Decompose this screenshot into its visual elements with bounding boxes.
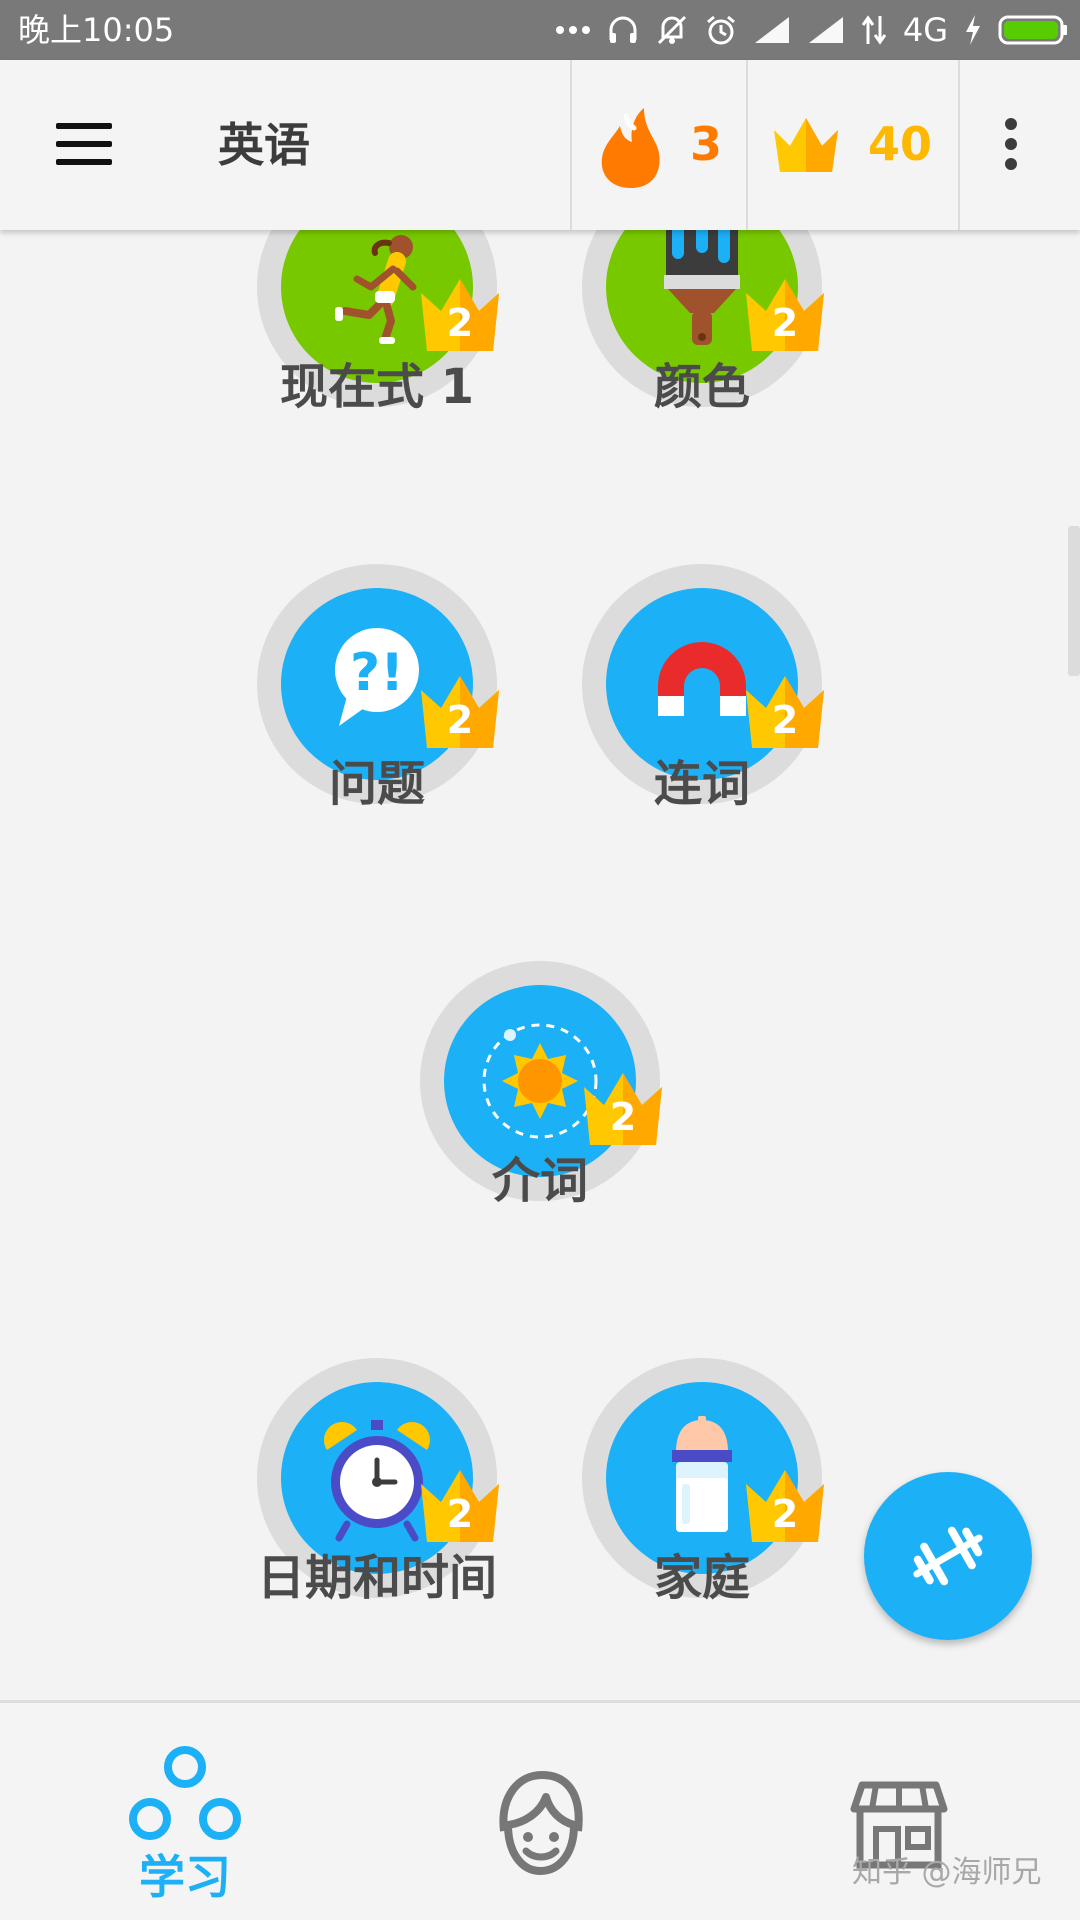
more-options-button[interactable] [1005,118,1021,170]
divider [570,60,572,230]
battery-icon [998,15,1067,45]
divider [958,60,960,230]
profile-face-icon [499,1770,583,1875]
skill-present-tense[interactable]: 2 现在式 1 [257,230,499,447]
app-bar: 英语 3 40 [0,60,1080,230]
crown-level: 2 [771,698,799,742]
bottom-navigation: 学习 知乎 @海师兄 [0,1700,1080,1920]
nav-learn-tab[interactable]: 学习 [110,1703,260,1920]
practice-fab-button[interactable] [864,1472,1032,1640]
skill-dates-and-time[interactable]: 2 日期和时间 [257,1358,499,1638]
skill-name: 颜色 [653,359,750,415]
divider [746,60,748,230]
streak-count[interactable]: 3 [690,114,722,174]
skill-questions[interactable]: ?! 2 问题 [257,564,499,844]
crown-level: 2 [446,698,474,742]
nav-profile-tab[interactable] [490,1703,590,1920]
skill-prepositions[interactable]: 2 介词 [420,961,662,1241]
skill-conjunctions[interactable]: 2 连词 [582,564,824,844]
course-language-title[interactable]: 英语 [218,115,310,175]
skill-family[interactable]: 2 家庭 [582,1358,824,1638]
signal-icon [754,17,789,43]
svg-text:?!: ?! [350,643,404,703]
skill-name: 介词 [491,1153,588,1209]
crown-icon[interactable] [770,116,842,174]
signal-icon [808,17,843,43]
scrollbar-thumb[interactable] [1068,526,1080,676]
menu-button[interactable] [56,123,112,165]
alarm-icon [706,15,735,45]
hamburger-icon [56,123,112,129]
flame-icon[interactable] [598,106,664,190]
skill-colors[interactable]: 2 颜色 [582,230,824,447]
network-type: 4G [902,11,948,49]
crown-level: 2 [446,301,474,345]
headphones-icon [609,16,637,43]
data-arrows-icon [861,15,887,45]
crown-level: 2 [609,1095,637,1139]
more-dots-icon [555,26,590,34]
crown-level: 2 [771,301,799,345]
status-icons: 4G [555,0,1068,60]
status-time: 晚上10:05 [18,11,175,49]
status-bar: 晚上10:05 4G [0,0,1080,60]
charging-icon [966,15,980,45]
more-vert-icon [1005,118,1017,130]
crown-level: 2 [446,1492,474,1536]
watermark-text: 知乎 @海师兄 [852,1855,1042,1890]
dumbbell-icon [913,1526,983,1586]
skill-name: 连词 [653,756,750,812]
nav-learn-label: 学习 [139,1850,231,1904]
crown-count[interactable]: 40 [868,114,932,174]
learn-circles-icon [129,1746,241,1840]
skill-name: 家庭 [653,1550,750,1606]
mute-icon [657,15,686,45]
crown-level: 2 [771,1492,799,1536]
